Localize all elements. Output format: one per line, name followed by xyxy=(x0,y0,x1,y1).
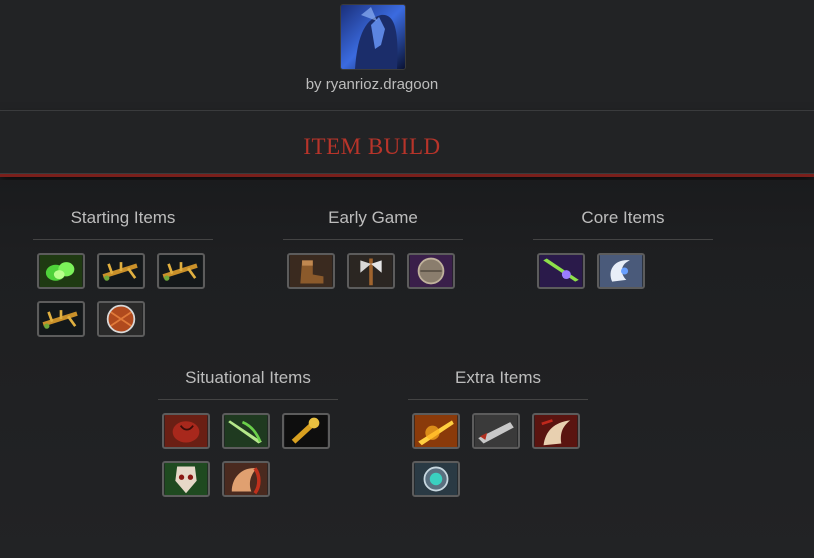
section-title: Extra Items xyxy=(408,340,588,400)
section-early-game: Early Game xyxy=(283,180,463,300)
section-title: Early Game xyxy=(283,180,463,240)
section-extra-items: Extra Items xyxy=(408,340,588,510)
item-slot[interactable] xyxy=(157,253,205,289)
item-slot[interactable] xyxy=(412,461,460,497)
item-slot[interactable] xyxy=(97,253,145,289)
item-slot[interactable] xyxy=(37,253,85,289)
vanguard-icon xyxy=(409,255,453,287)
heart-icon xyxy=(164,415,208,447)
item-slot[interactable] xyxy=(532,413,580,449)
section-title: Starting Items xyxy=(33,180,213,240)
stout-shield-icon xyxy=(99,303,143,335)
section-title: Core Items xyxy=(533,180,713,240)
item-slot[interactable] xyxy=(282,413,330,449)
iron-branch-icon xyxy=(99,255,143,287)
radiance-icon xyxy=(414,415,458,447)
item-slot[interactable] xyxy=(37,301,85,337)
section-starting-items: Starting Items xyxy=(33,180,213,350)
skadi-icon xyxy=(414,463,458,495)
section-core-items: Core Items xyxy=(533,180,713,300)
item-slot[interactable] xyxy=(222,461,270,497)
author-avatar[interactable] xyxy=(340,4,406,70)
butterfly-icon xyxy=(224,415,268,447)
yasha-blade-icon xyxy=(539,255,583,287)
item-slot[interactable] xyxy=(412,413,460,449)
item-build-banner: ITEM BUILD xyxy=(0,110,814,174)
hero-portrait-icon xyxy=(341,5,405,69)
item-slot[interactable] xyxy=(537,253,585,289)
item-build-content: Starting Items Early Game Core Items Sit… xyxy=(0,180,814,558)
item-slot[interactable] xyxy=(287,253,335,289)
power-treads-icon xyxy=(289,255,333,287)
iron-branch-icon xyxy=(159,255,203,287)
banner-title: ITEM BUILD xyxy=(303,134,441,159)
section-situational-items: Situational Items xyxy=(158,340,338,510)
tango-icon xyxy=(39,255,83,287)
item-slot[interactable] xyxy=(222,413,270,449)
daedalus-icon xyxy=(474,415,518,447)
item-slot[interactable] xyxy=(162,413,210,449)
item-slot[interactable] xyxy=(97,301,145,337)
skull-basher-icon xyxy=(284,415,328,447)
item-slot[interactable] xyxy=(407,253,455,289)
item-slot[interactable] xyxy=(347,253,395,289)
diffusal-blade-icon xyxy=(599,255,643,287)
iron-branch-icon xyxy=(39,303,83,335)
satanic-icon xyxy=(164,463,208,495)
desolator-icon xyxy=(534,415,578,447)
item-slot[interactable] xyxy=(472,413,520,449)
item-slot[interactable] xyxy=(162,461,210,497)
author-header: by ryanrioz.dragoon xyxy=(0,0,814,110)
item-slot[interactable] xyxy=(597,253,645,289)
author-byline[interactable]: by ryanrioz.dragoon xyxy=(0,76,744,93)
section-title: Situational Items xyxy=(158,340,338,400)
abyssal-blade-icon xyxy=(224,463,268,495)
battle-fury-axe-icon xyxy=(349,255,393,287)
